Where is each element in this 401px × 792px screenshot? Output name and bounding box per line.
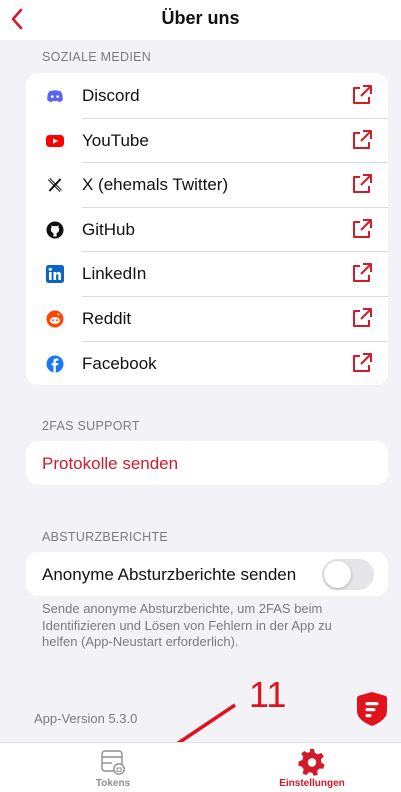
social-item-discord[interactable]: Discord (26, 73, 388, 118)
social-item-label: LinkedIn (82, 264, 147, 284)
social-item-x-twitter[interactable]: X (ehemals Twitter) (26, 162, 388, 207)
tab-bar: Tokens Einstellungen (0, 742, 401, 792)
nav-header: Über uns (0, 0, 401, 40)
github-icon (43, 218, 67, 242)
social-media-list: Discord YouTube X (ehemals Twitter) GitH… (26, 73, 388, 385)
section-header-crash-reports: ABSTURZBERICHTE (42, 530, 169, 544)
social-item-label: Reddit (82, 308, 132, 328)
crash-reports-label: Anonyme Absturzberichte senden (42, 565, 297, 584)
linkedin-icon (43, 262, 67, 286)
tab-label: Tokens (95, 778, 131, 789)
social-item-reddit[interactable]: Reddit (26, 295, 388, 341)
section-header-support: 2FAS SUPPORT (42, 419, 140, 433)
toggle-knob (324, 561, 351, 588)
external-link-icon (353, 85, 372, 104)
tokens-icon (101, 750, 125, 775)
external-link-icon (353, 352, 372, 372)
youtube-icon (43, 129, 67, 153)
external-link-icon (353, 307, 372, 327)
social-item-label: Facebook (82, 353, 157, 373)
support-card: Protokolle senden (26, 441, 388, 485)
social-item-label: X (ehemals Twitter) (82, 175, 229, 195)
tab-label: Einstellungen (279, 778, 345, 789)
reddit-icon (43, 307, 67, 331)
gear-icon (298, 749, 325, 776)
social-item-linkedin[interactable]: LinkedIn (26, 251, 388, 296)
external-link-icon (353, 174, 372, 194)
annotation-number: 11 (249, 674, 287, 715)
facebook-icon (43, 352, 67, 376)
send-logs-button[interactable]: Protokolle senden (42, 454, 178, 474)
app-version: App-Version 5.3.0 (34, 711, 138, 726)
external-link-icon (353, 129, 372, 149)
2fas-logo-icon (357, 692, 387, 726)
discord-icon (43, 84, 67, 108)
section-header-social: SOZIALE MEDIEN (42, 50, 152, 64)
external-link-icon (353, 218, 372, 238)
x-twitter-icon (43, 173, 67, 197)
social-item-facebook[interactable]: Facebook (26, 340, 388, 385)
crash-reports-toggle[interactable] (322, 559, 374, 590)
page-title: Über uns (161, 8, 240, 28)
crash-reports-card: Anonyme Absturzberichte senden (26, 552, 388, 596)
social-item-label: Discord (82, 86, 140, 105)
social-item-label: GitHub (82, 219, 135, 239)
tab-tokens[interactable]: Tokens (53, 743, 173, 792)
tab-settings[interactable]: Einstellungen (252, 743, 372, 792)
social-item-github[interactable]: GitHub (26, 206, 388, 252)
external-link-icon (353, 263, 372, 283)
crash-reports-footnote: Sende anonyme Absturzberichte, um 2FAS b… (42, 601, 332, 649)
social-item-label: YouTube (82, 130, 149, 150)
social-item-youtube[interactable]: YouTube (26, 117, 388, 163)
